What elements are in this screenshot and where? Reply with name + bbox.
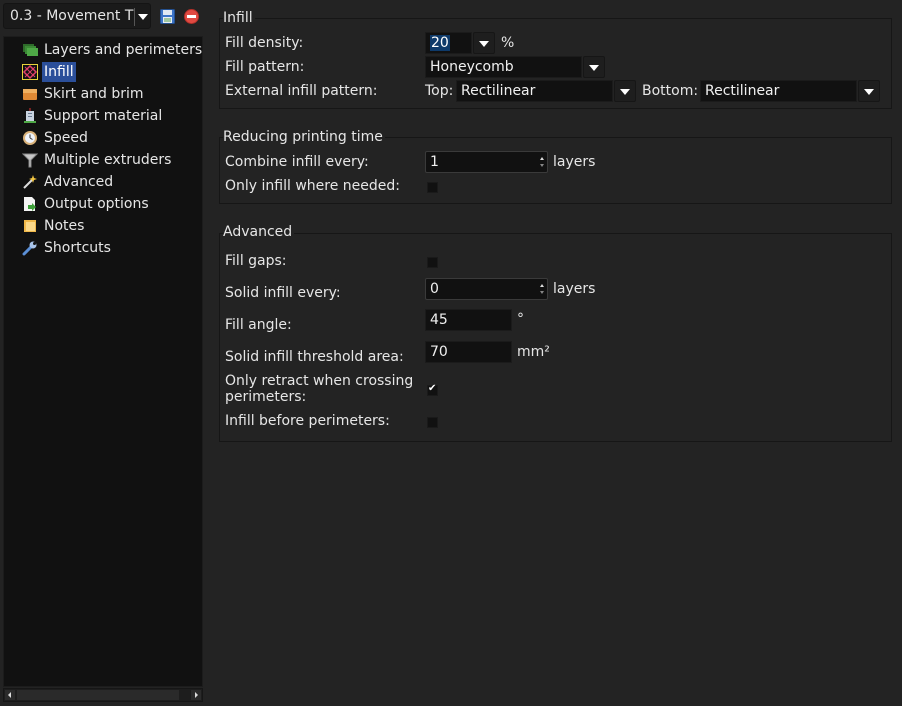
spin-up-icon[interactable] (540, 157, 544, 160)
building-icon (22, 108, 38, 124)
spin-down-icon[interactable] (540, 164, 544, 167)
only-retract-label-line1: Only retract when crossing (225, 373, 414, 389)
funnel-icon (21, 152, 39, 168)
spin-up-icon[interactable] (540, 284, 544, 287)
sidebar-item-layers-and-perimeters[interactable]: Layers and perimeters (22, 40, 204, 60)
infill-before-perimeters-checkbox[interactable] (427, 417, 438, 428)
fill-pattern-dropdown-button[interactable] (583, 56, 605, 78)
fill-pattern-select[interactable]: Honeycomb (425, 56, 582, 78)
fill-angle-unit: ° (517, 311, 524, 327)
note-icon (22, 218, 38, 234)
only-retract-checkbox[interactable] (427, 383, 438, 396)
fill-density-value: 20 (430, 35, 450, 51)
top-pattern-select[interactable]: Rectilinear (456, 80, 613, 102)
scrollbar-thumb[interactable] (17, 690, 179, 700)
solid-threshold-value: 70 (430, 344, 448, 360)
fill-angle-label: Fill angle: (225, 317, 292, 333)
infill-group-title: Infill (223, 9, 255, 27)
combine-infill-label: Combine infill every: (225, 154, 369, 170)
layers-icon (22, 42, 38, 58)
solid-infill-every-spinner[interactable]: 0 (425, 278, 548, 300)
reducing-group-title: Reducing printing time (223, 128, 385, 146)
sidebar-item-support-material[interactable]: Support material (22, 106, 164, 126)
sidebar-item-multiple-extruders[interactable]: Multiple extruders (21, 150, 173, 170)
top-label: Top: (425, 83, 454, 99)
wand-icon (22, 174, 38, 190)
export-page-icon (22, 196, 38, 212)
advanced-group-title: Advanced (223, 223, 295, 241)
sidebar-item-output-options[interactable]: Output options (22, 194, 151, 214)
solid-threshold-input[interactable]: 70 (425, 341, 512, 363)
sidebar-item-label: Shortcuts (44, 240, 111, 256)
only-retract-label-line2: perimeters: (225, 389, 307, 405)
sidebar-item-skirt-and-brim[interactable]: Skirt and brim (22, 84, 146, 104)
solid-threshold-label: Solid infill threshold area: (225, 349, 404, 365)
bottom-pattern-dropdown-button[interactable] (858, 80, 880, 102)
sidebar-item-label: Speed (44, 130, 88, 146)
fill-density-label: Fill density: (225, 35, 304, 51)
sidebar-item-label: Output options (44, 196, 149, 212)
sidebar-item-label: Notes (44, 218, 85, 234)
only-infill-needed-label: Only infill where needed: (225, 178, 400, 194)
solid-infill-every-label: Solid infill every: (225, 285, 341, 301)
scroll-left-arrow-icon[interactable] (5, 690, 15, 700)
top-pattern-dropdown-button[interactable] (614, 80, 636, 102)
only-infill-needed-checkbox[interactable] (427, 182, 438, 193)
fill-angle-input[interactable]: 45 (425, 309, 512, 331)
fill-pattern-value: Honeycomb (430, 59, 514, 75)
infill-icon (22, 64, 38, 80)
solid-infill-every-unit: layers (553, 281, 596, 297)
wrench-icon (22, 240, 38, 256)
fill-angle-value: 45 (430, 312, 448, 328)
sidebar-item-shortcuts[interactable]: Shortcuts (22, 238, 113, 258)
preset-combo-value: 0.3 - Movement T (10, 8, 134, 24)
top-pattern-value: Rectilinear (461, 83, 536, 99)
sidebar-item-label: Layers and perimeters (44, 42, 203, 58)
sidebar-item-label: Skirt and brim (44, 86, 144, 102)
preset-combo[interactable]: 0.3 - Movement T (3, 3, 151, 29)
sidebar-item-speed[interactable]: Speed (22, 128, 90, 148)
combo-separator (134, 8, 135, 26)
combine-infill-spinner[interactable]: 1 (425, 151, 548, 173)
fill-density-unit: % (501, 35, 515, 51)
fill-density-input[interactable]: 20 (425, 32, 472, 54)
bottom-label: Bottom: (642, 83, 699, 99)
advanced-group (219, 233, 892, 442)
clock-icon (22, 130, 38, 146)
external-infill-pattern-label: External infill pattern: (225, 83, 378, 99)
sidebar-item-label: Infill (42, 62, 76, 82)
sidebar-item-label: Multiple extruders (44, 152, 172, 168)
sidebar-item-advanced[interactable]: Advanced (22, 172, 115, 192)
save-icon[interactable] (160, 9, 175, 24)
sidebar-item-notes[interactable]: Notes (22, 216, 86, 236)
bottom-pattern-select[interactable]: Rectilinear (700, 80, 857, 102)
scroll-right-arrow-icon[interactable] (191, 690, 201, 700)
combine-infill-unit: layers (553, 154, 596, 170)
fill-gaps-checkbox[interactable] (427, 257, 438, 268)
bottom-pattern-value: Rectilinear (705, 83, 780, 99)
fill-pattern-label: Fill pattern: (225, 59, 305, 75)
infill-before-perimeters-label: Infill before perimeters: (225, 413, 390, 429)
tree-horizontal-scrollbar[interactable] (3, 688, 203, 702)
settings-tree[interactable]: Layers and perimeters Infill Skirt and b… (3, 36, 203, 687)
sidebar-item-label: Support material (44, 108, 163, 124)
fill-density-dropdown-button[interactable] (473, 32, 495, 54)
chevron-down-icon[interactable] (138, 14, 148, 20)
delete-icon[interactable] (184, 9, 199, 24)
solid-infill-every-value: 0 (430, 281, 439, 297)
spin-down-icon[interactable] (540, 291, 544, 294)
fill-gaps-label: Fill gaps: (225, 253, 287, 269)
sidebar-item-label: Advanced (44, 174, 114, 190)
combine-infill-value: 1 (430, 154, 439, 170)
box-icon (22, 86, 38, 102)
solid-threshold-unit: mm² (517, 344, 550, 360)
sidebar-item-infill[interactable]: Infill (22, 62, 76, 82)
